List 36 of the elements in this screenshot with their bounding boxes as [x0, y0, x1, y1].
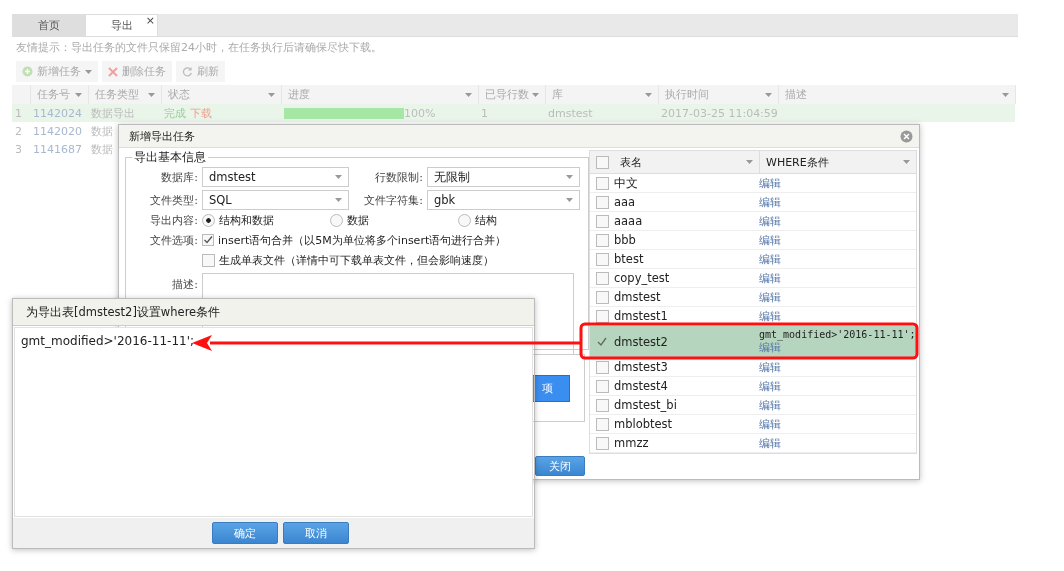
table-name: btest	[614, 252, 644, 266]
table-name: bbb	[614, 233, 636, 247]
dialog-title: 为导出表[dmstest2]设置where条件	[26, 304, 221, 320]
table-name: dmstest	[614, 290, 661, 304]
table-name: dmstest1	[614, 309, 668, 323]
where-condition: gmt_modified>'2016-11-11';	[759, 328, 916, 340]
section-title: 导出基本信息	[133, 150, 207, 165]
field-label: 描述:	[171, 277, 198, 292]
task-type: 数据	[91, 142, 113, 156]
field-label: 文件选项:	[149, 232, 198, 248]
dialog-title: 新增导出任务	[129, 128, 195, 144]
field-label: 导出内容:	[149, 212, 198, 228]
status-text: 完成	[164, 106, 186, 120]
table-name: mmzz	[614, 436, 649, 450]
row-number: 2	[15, 124, 22, 138]
row-number: 1	[15, 106, 22, 120]
task-type: 数据	[91, 124, 113, 138]
row-count: 1	[481, 106, 488, 120]
table-name: copy_test	[614, 271, 670, 285]
table-name: 中文	[614, 175, 638, 190]
table-name: dmstest2	[614, 334, 668, 349]
field-label: 数据库:	[160, 169, 198, 185]
table-name: dmstest4	[614, 379, 668, 393]
database-name: dmstest	[548, 106, 593, 120]
field-label: 文件类型:	[149, 192, 198, 208]
notice-text: 友情提示：导出任务的文件只保留24小时，在任务执行后请确保尽快下载。	[15, 40, 383, 56]
table-name: aaaa	[614, 214, 643, 228]
table-name: dmstest3	[614, 360, 668, 374]
table-name: mblobtest	[614, 417, 673, 431]
table-name: aaa	[614, 195, 636, 209]
field-label: 文件字符集:	[363, 192, 423, 208]
progress-text: 100%	[404, 106, 436, 120]
run-time: 2017-03-25 11:04:59	[661, 106, 778, 120]
table-name: dmstest_bi	[614, 398, 677, 412]
field-label: 行数限制:	[374, 169, 423, 185]
row-number: 3	[15, 142, 22, 156]
